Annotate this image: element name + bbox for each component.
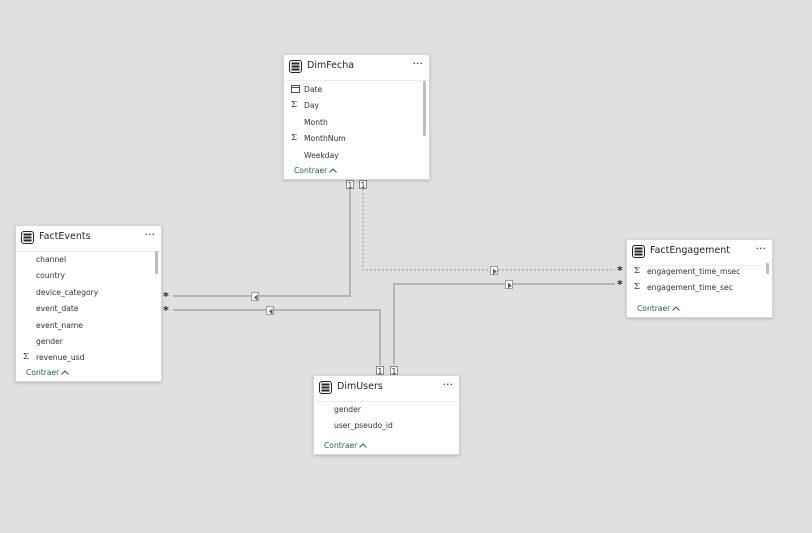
field-item[interactable]: event_name bbox=[16, 318, 149, 334]
field-item[interactable]: Weekday bbox=[284, 148, 417, 161]
collapse-button[interactable]: Contraer bbox=[294, 166, 338, 175]
cardinality-one-dimusers-2: 1 bbox=[390, 366, 398, 376]
chevron-up-icon bbox=[359, 441, 368, 450]
chevron-up-icon bbox=[329, 166, 338, 175]
scrollbar[interactable] bbox=[423, 81, 426, 136]
field-name: country bbox=[36, 271, 66, 280]
cardinality-many-factengagement-2: * bbox=[617, 278, 623, 291]
card-header[interactable]: FactEngagement ··· bbox=[627, 240, 772, 266]
sigma-icon: Σ bbox=[23, 352, 30, 362]
relationship-dimfecha-factengagement bbox=[362, 189, 615, 271]
cardinality-many-factengagement-1: * bbox=[617, 264, 623, 277]
field-item[interactable]: Σ MonthNum bbox=[284, 131, 417, 147]
table-title: FactEvents bbox=[39, 231, 91, 242]
model-canvas[interactable]: 1 1 1 1 * * * * DimFecha ··· Date Σ Day bbox=[0, 0, 812, 533]
direction-arrow-right-icon bbox=[505, 280, 513, 289]
collapse-label: Contraer bbox=[26, 368, 60, 377]
table-card-dimfecha[interactable]: DimFecha ··· Date Σ Day Month Σ MonthNum bbox=[283, 54, 430, 180]
cardinality-one-dimfecha-2: 1 bbox=[359, 180, 367, 190]
field-item[interactable]: event_date bbox=[16, 301, 149, 317]
field-list[interactable]: channel country device_category event_da… bbox=[16, 252, 161, 366]
calendar-icon bbox=[291, 85, 300, 95]
field-name: engagement_time_sec bbox=[647, 283, 733, 292]
collapse-button[interactable]: Contraer bbox=[26, 368, 70, 377]
direction-arrow-right-icon bbox=[490, 266, 498, 275]
field-item[interactable]: user_pseudo_id bbox=[314, 418, 447, 434]
chevron-up-icon bbox=[672, 304, 681, 313]
field-item[interactable]: Σ engagement_time_sec bbox=[627, 280, 760, 296]
table-icon bbox=[632, 245, 645, 258]
field-item[interactable]: gender bbox=[314, 402, 447, 418]
field-name: MonthNum bbox=[304, 134, 346, 143]
cardinality-one-dimfecha-1: 1 bbox=[346, 180, 354, 190]
table-title: FactEngagement bbox=[650, 245, 730, 256]
field-item[interactable]: Month bbox=[284, 115, 417, 131]
collapse-label: Contraer bbox=[637, 304, 671, 313]
field-name: gender bbox=[334, 405, 361, 414]
cardinality-one-dimusers-1: 1 bbox=[376, 366, 384, 376]
sigma-icon: Σ bbox=[291, 100, 298, 110]
table-icon bbox=[289, 60, 302, 73]
card-header[interactable]: DimUsers ··· bbox=[314, 376, 459, 402]
field-item[interactable]: channel bbox=[16, 252, 149, 268]
more-options-button[interactable]: ··· bbox=[443, 378, 454, 391]
table-title: DimFecha bbox=[307, 60, 355, 71]
field-name: engagement_time_msec bbox=[647, 267, 741, 276]
relationship-dimusers-factengagement bbox=[393, 283, 615, 365]
field-name: gender bbox=[36, 337, 63, 346]
collapse-button[interactable]: Contraer bbox=[637, 304, 681, 313]
sigma-icon: Σ bbox=[634, 282, 641, 292]
card-header[interactable]: DimFecha ··· bbox=[284, 55, 429, 81]
card-header[interactable]: FactEvents ··· bbox=[16, 226, 161, 252]
collapse-label: Contraer bbox=[324, 441, 358, 450]
field-item[interactable]: device_category bbox=[16, 285, 149, 301]
table-card-factevents[interactable]: FactEvents ··· channel country device_ca… bbox=[15, 225, 162, 382]
field-item[interactable]: country bbox=[16, 268, 149, 284]
field-name: Month bbox=[304, 118, 328, 127]
field-name: user_pseudo_id bbox=[334, 421, 393, 430]
scrollbar[interactable] bbox=[766, 263, 769, 274]
field-name: event_name bbox=[36, 321, 83, 330]
collapse-button[interactable]: Contraer bbox=[324, 441, 368, 450]
table-card-factengagement[interactable]: FactEngagement ··· Σ engagement_time_mse… bbox=[626, 239, 773, 318]
chevron-up-icon bbox=[61, 368, 70, 377]
field-name: event_date bbox=[36, 304, 79, 313]
direction-arrow-left-icon bbox=[251, 292, 259, 301]
field-item[interactable]: Σ engagement_time_msec bbox=[627, 264, 760, 280]
sigma-icon: Σ bbox=[291, 133, 298, 143]
field-list[interactable]: Date Σ Day Month Σ MonthNum Weekday bbox=[284, 81, 429, 161]
sigma-icon: Σ bbox=[634, 266, 641, 276]
field-name: Day bbox=[304, 101, 319, 110]
field-item[interactable]: Σ Day bbox=[284, 98, 417, 114]
field-name: device_category bbox=[36, 288, 99, 297]
table-card-dimusers[interactable]: DimUsers ··· gender user_pseudo_id Contr… bbox=[313, 375, 460, 455]
field-item[interactable]: gender bbox=[16, 334, 149, 350]
table-icon bbox=[319, 381, 332, 394]
table-icon bbox=[21, 231, 34, 244]
cardinality-many-factevents-2: * bbox=[163, 304, 169, 317]
more-options-button[interactable]: ··· bbox=[756, 242, 767, 255]
field-list[interactable]: gender user_pseudo_id bbox=[314, 402, 459, 436]
direction-arrow-left-icon bbox=[266, 306, 274, 315]
field-name: revenue_usd bbox=[36, 353, 85, 362]
more-options-button[interactable]: ··· bbox=[413, 57, 424, 70]
collapse-label: Contraer bbox=[294, 166, 328, 175]
table-title: DimUsers bbox=[337, 381, 383, 392]
field-name: channel bbox=[36, 255, 67, 264]
field-name: Date bbox=[304, 85, 323, 94]
field-item[interactable]: Σ revenue_usd bbox=[16, 350, 149, 366]
field-name: Weekday bbox=[304, 151, 339, 160]
more-options-button[interactable]: ··· bbox=[145, 228, 156, 241]
scrollbar[interactable] bbox=[155, 251, 158, 274]
field-item[interactable]: Date bbox=[284, 82, 417, 98]
relationship-dimusers-factevents bbox=[173, 309, 381, 365]
cardinality-many-factevents-1: * bbox=[163, 290, 169, 303]
field-list[interactable]: Σ engagement_time_msec Σ engagement_time… bbox=[627, 264, 772, 298]
relationship-dimfecha-factevents bbox=[173, 189, 351, 297]
